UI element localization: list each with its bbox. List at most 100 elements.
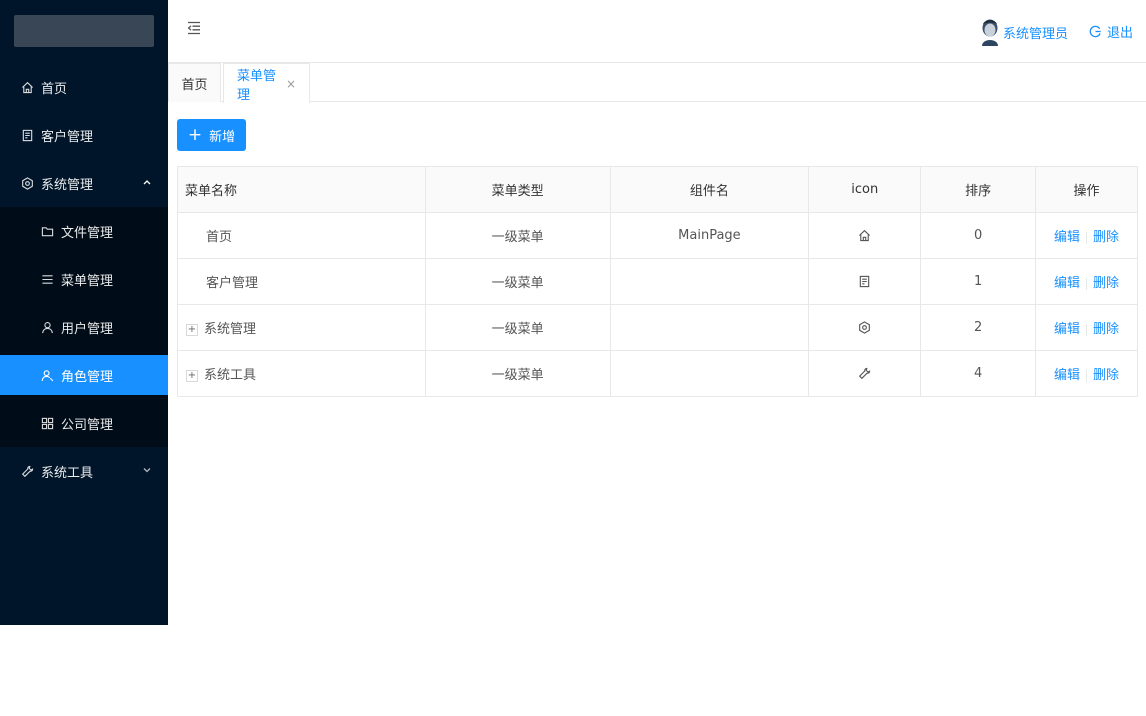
tab-menu-management[interactable]: 菜单管理 × <box>223 63 310 103</box>
cell-name: + 系统工具 <box>177 350 426 397</box>
menu-name: 首页 <box>206 230 233 245</box>
cell-component <box>609 350 810 397</box>
user-icon <box>40 320 54 334</box>
cell-actions: 编辑 删除 <box>1035 258 1138 305</box>
menu-name: 客户管理 <box>206 276 259 291</box>
tab-bar: 首页 菜单管理 × <box>168 63 1146 103</box>
file-text-icon <box>20 128 34 142</box>
delete-link[interactable]: 删除 <box>1093 230 1119 245</box>
sidebar-item-label: 用户管理 <box>61 321 114 337</box>
close-icon[interactable]: × <box>286 77 296 91</box>
table-row: + 系统管理 一级菜单 2 编辑 删除 <box>177 304 1138 351</box>
cell-actions: 编辑 删除 <box>1035 212 1138 259</box>
divider <box>1086 369 1088 382</box>
cell-sort: 0 <box>920 212 1037 259</box>
cell-type: 一级菜单 <box>424 304 611 351</box>
add-button-label: 新增 <box>209 129 236 145</box>
tool-icon <box>858 367 872 381</box>
logout-button[interactable]: 退出 <box>1089 22 1133 41</box>
cell-name: 客户管理 <box>177 258 426 305</box>
edit-link[interactable]: 编辑 <box>1054 276 1080 291</box>
cell-type: 一级菜单 <box>424 350 611 397</box>
header: 系统管理员 退出 <box>168 0 1146 63</box>
home-icon <box>858 229 872 243</box>
sidebar-item-label: 公司管理 <box>61 417 114 433</box>
menu-name: 系统管理 <box>204 322 257 337</box>
sidebar-item-files[interactable]: 文件管理 <box>0 211 168 251</box>
cell-name: 首页 <box>177 212 426 259</box>
avatar <box>981 19 998 46</box>
sidebar-item-label: 系统工具 <box>41 465 94 481</box>
sidebar: 首页 客户管理 系统管理 文件管理 菜单管理 用户管理 角色管理 公司管理 系统… <box>0 0 168 625</box>
home-icon <box>20 80 34 94</box>
sidebar-item-label: 系统管理 <box>41 177 94 193</box>
cell-component <box>609 304 810 351</box>
sidebar-item-roles[interactable]: 角色管理 <box>0 355 168 395</box>
cell-component <box>609 258 810 305</box>
menu-icon <box>40 272 54 286</box>
sidebar-item-label: 客户管理 <box>41 129 94 145</box>
cell-type: 一级菜单 <box>424 258 611 305</box>
column-header-icon: icon <box>808 166 922 213</box>
cell-icon <box>808 258 922 305</box>
delete-link[interactable]: 删除 <box>1093 322 1119 337</box>
folder-icon <box>40 224 54 238</box>
plus-icon: + <box>187 124 203 145</box>
divider <box>1086 323 1088 336</box>
divider <box>1086 231 1088 244</box>
user-name: 系统管理员 <box>1002 26 1068 42</box>
table-row: 客户管理 一级菜单 1 编辑 删除 <box>177 258 1138 305</box>
sidebar-item-customers[interactable]: 客户管理 <box>0 115 168 155</box>
sidebar-item-users[interactable]: 用户管理 <box>0 307 168 347</box>
cell-sort: 1 <box>920 258 1037 305</box>
column-header-sort: 排序 <box>920 166 1037 213</box>
sidebar-item-home[interactable]: 首页 <box>0 67 168 107</box>
delete-link[interactable]: 删除 <box>1093 368 1119 383</box>
cell-actions: 编辑 删除 <box>1035 304 1138 351</box>
tab-label: 菜单管理 <box>237 68 277 103</box>
sidebar-item-companies[interactable]: 公司管理 <box>0 403 168 443</box>
setting-icon <box>20 176 34 190</box>
sidebar-item-system[interactable]: 系统管理 <box>0 163 168 203</box>
cell-actions: 编辑 删除 <box>1035 350 1138 397</box>
user-menu[interactable]: 系统管理员 <box>979 18 1068 46</box>
cell-sort: 4 <box>920 350 1037 397</box>
menu-table: 菜单名称 菜单类型 组件名 icon 排序 操作 首页 一级菜单 MainPag… <box>177 166 1138 397</box>
cell-icon <box>808 304 922 351</box>
team-icon <box>40 368 54 382</box>
cell-type: 一级菜单 <box>424 212 611 259</box>
cell-component: MainPage <box>609 212 810 259</box>
sidebar-item-label: 首页 <box>41 81 68 97</box>
delete-link[interactable]: 删除 <box>1093 276 1119 291</box>
divider <box>1086 277 1088 290</box>
chevron-down-icon <box>141 464 153 476</box>
edit-link[interactable]: 编辑 <box>1054 322 1080 337</box>
expand-icon[interactable]: + <box>186 323 198 336</box>
sidebar-item-menus[interactable]: 菜单管理 <box>0 259 168 299</box>
tab-home[interactable]: 首页 <box>168 63 221 102</box>
table-row: + 系统工具 一级菜单 4 编辑 删除 <box>177 350 1138 397</box>
cell-icon <box>808 350 922 397</box>
sidebar-item-tools[interactable]: 系统工具 <box>0 451 168 491</box>
table-row: 首页 一级菜单 MainPage 0 编辑 删除 <box>177 212 1138 259</box>
appstore-icon <box>40 416 54 430</box>
table-header-row: 菜单名称 菜单类型 组件名 icon 排序 操作 <box>177 166 1138 213</box>
edit-link[interactable]: 编辑 <box>1054 368 1080 383</box>
logo-placeholder <box>14 15 154 47</box>
column-header-type: 菜单类型 <box>424 166 611 213</box>
menu-fold-icon[interactable] <box>186 20 204 38</box>
file-text-icon <box>858 275 872 289</box>
expand-icon[interactable]: + <box>186 369 198 382</box>
tool-icon <box>20 464 34 478</box>
tab-label: 首页 <box>181 77 208 93</box>
edit-link[interactable]: 编辑 <box>1054 230 1080 245</box>
logout-label: 退出 <box>1106 26 1133 41</box>
cell-name: + 系统管理 <box>177 304 426 351</box>
column-header-component: 组件名 <box>609 166 810 213</box>
sidebar-item-label: 文件管理 <box>61 225 114 241</box>
setting-icon <box>858 321 872 335</box>
column-header-name: 菜单名称 <box>177 166 426 213</box>
cell-icon <box>808 212 922 259</box>
add-button[interactable]: + 新增 <box>177 119 246 151</box>
sidebar-item-label: 角色管理 <box>61 369 114 385</box>
